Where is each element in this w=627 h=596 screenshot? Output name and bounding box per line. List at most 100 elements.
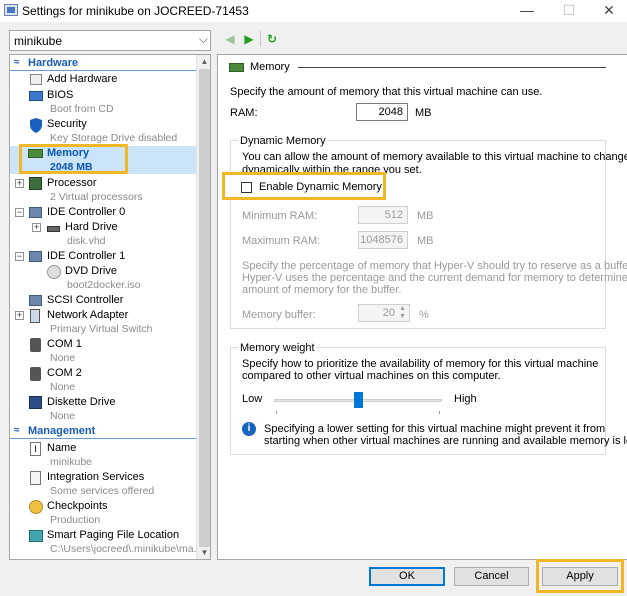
name-icon: I [30, 442, 41, 456]
collapse-icon: ≈ [14, 425, 20, 436]
tree-item-bios[interactable]: BIOS Boot from CD [10, 88, 196, 116]
tree-item-security[interactable]: Security Key Storage Drive disabled [10, 117, 196, 145]
tree-item-dvd-drive[interactable]: DVD Drive boot2docker.iso [10, 264, 196, 292]
ok-button[interactable]: OK [369, 567, 445, 586]
tree-item-scsi-controller[interactable]: SCSI Controller [10, 293, 196, 309]
maximum-ram-unit: MB [417, 235, 434, 247]
tree-item-label: DVD Drive [65, 265, 117, 277]
ide-controller-icon [29, 251, 42, 262]
dynamic-memory-title: Dynamic Memory [238, 135, 328, 147]
title-rule [298, 67, 606, 68]
paging-file-icon [29, 530, 43, 542]
tree-item-label: Integration Services [47, 471, 145, 483]
maximize-button[interactable]: ☐ [550, 0, 588, 22]
collapse-icon[interactable]: − [15, 208, 24, 217]
close-button[interactable]: ✕ [590, 0, 627, 22]
tree-item-com-1[interactable]: COM 1 None [10, 337, 196, 365]
spinner-arrows-icon[interactable]: ▲ ▼ [399, 305, 406, 321]
ide-controller-icon [29, 207, 42, 218]
memory-weight-title: Memory weight [238, 342, 317, 354]
weight-info-line-1: Specifying a lower setting for this virt… [264, 423, 606, 435]
cancel-button[interactable]: Cancel [454, 567, 529, 586]
enable-dynamic-memory-checkbox[interactable] [241, 182, 252, 193]
memory-buffer-unit: % [419, 309, 429, 321]
ram-input[interactable]: 2048 [356, 103, 408, 121]
weight-desc-line-1: Specify how to prioritize the availabili… [242, 358, 599, 370]
tree-item-ide-controller-0[interactable]: − IDE Controller 0 [10, 205, 196, 221]
expand-icon[interactable]: + [32, 223, 41, 232]
tree-item-name[interactable]: I Name minikube [10, 441, 196, 469]
tree-item-label: BIOS [47, 89, 74, 101]
tree-scrollbar[interactable]: ▲ ▼ [196, 55, 210, 559]
hardware-header-label: Hardware [28, 57, 79, 69]
checkpoints-icon [29, 500, 43, 514]
diskette-icon [29, 396, 42, 409]
vm-selector-dropdown[interactable]: minikube ⌵ [9, 30, 211, 51]
tree-item-label: SCSI Controller [47, 294, 124, 306]
scroll-up-icon[interactable]: ▲ [197, 55, 210, 68]
tree-item-sub: None [50, 381, 76, 393]
tree-item-ide-controller-1[interactable]: − IDE Controller 1 [10, 249, 196, 265]
minimum-ram-unit: MB [417, 210, 434, 222]
forward-arrow-icon[interactable]: ▶ [241, 30, 257, 48]
tree-item-sub: None [50, 352, 76, 364]
tree-item-sub: minikube [50, 456, 93, 468]
refresh-icon[interactable]: ↻ [264, 30, 280, 48]
apply-button[interactable]: Apply [542, 567, 618, 586]
scroll-down-icon[interactable]: ▼ [197, 546, 210, 559]
tree-item-label: Smart Paging File Location [47, 529, 180, 541]
minimum-ram-input[interactable]: 512 [358, 206, 408, 224]
tree-item-integration-services[interactable]: Integration Services Some services offer… [10, 470, 196, 498]
hardware-section-header[interactable]: ≈ Hardware [10, 57, 196, 71]
settings-tree: ≈ Hardware Add Hardware BIOS Boot from C… [9, 54, 211, 560]
tree-item-smart-paging[interactable]: Smart Paging File Location C:\Users\jocr… [10, 528, 202, 556]
memory-weight-slider[interactable] [274, 391, 442, 411]
com-port-icon [30, 367, 41, 381]
scsi-controller-icon [29, 295, 42, 306]
back-arrow-icon[interactable]: ◀ [222, 30, 238, 48]
tree-item-label: Diskette Drive [47, 396, 116, 408]
scroll-thumb[interactable] [199, 69, 210, 547]
ram-unit: MB [415, 107, 432, 119]
vm-selector-value: minikube [14, 34, 63, 48]
maximum-ram-label: Maximum RAM: [242, 235, 321, 247]
ram-label: RAM: [230, 107, 258, 119]
expand-icon[interactable]: + [15, 179, 24, 188]
management-header-label: Management [28, 425, 96, 437]
tree-item-sub: None [50, 410, 76, 422]
tree-item-checkpoints[interactable]: Checkpoints Production [10, 499, 196, 527]
dynamic-desc-line-1: You can allow the amount of memory avail… [242, 151, 627, 163]
maximum-ram-input[interactable]: 1048576 [358, 231, 408, 249]
minimum-ram-label: Minimum RAM: [242, 210, 318, 222]
tree-item-processor[interactable]: + Processor 2 Virtual processors [10, 176, 196, 204]
tree-item-hard-drive[interactable]: + Hard Drive disk.vhd [10, 220, 196, 248]
com-port-icon [30, 338, 41, 352]
enable-dynamic-memory-label: Enable Dynamic Memory [259, 181, 382, 193]
slider-thumb[interactable] [354, 392, 363, 408]
tree-item-sub: Boot from CD [50, 103, 114, 115]
weight-low-label: Low [242, 393, 263, 405]
tree-item-label: Name [47, 442, 77, 454]
processor-icon [29, 177, 42, 190]
window-title: Settings for minikube on JOCREED-71453 [22, 4, 249, 18]
chevron-down-icon: ⌵ [198, 32, 208, 46]
memory-panel-title: Memory [250, 61, 290, 73]
title-bar: Settings for minikube on JOCREED-71453 —… [0, 0, 627, 22]
tree-item-label: IDE Controller 1 [47, 250, 126, 262]
tree-item-com-2[interactable]: COM 2 None [10, 366, 196, 394]
tree-item-label: COM 2 [47, 367, 82, 379]
tree-item-network-adapter[interactable]: + Network Adapter Primary Virtual Switch [10, 308, 196, 336]
minimize-button[interactable]: — [508, 0, 546, 22]
tree-item-add-hardware[interactable]: Add Hardware [10, 72, 196, 88]
expand-icon[interactable]: + [15, 311, 24, 320]
shield-icon [30, 118, 42, 133]
tree-item-diskette-drive[interactable]: Diskette Drive None [10, 395, 196, 423]
memory-settings-panel: Memory Specify the amount of memory that… [217, 54, 627, 560]
tree-item-sub: Production [50, 514, 101, 526]
collapse-icon[interactable]: − [15, 252, 24, 261]
tree-item-sub: Key Storage Drive disabled [50, 132, 178, 144]
tree-item-label: Checkpoints [47, 500, 108, 512]
management-section-header[interactable]: ≈ Management [10, 425, 196, 439]
memory-chip-icon [229, 63, 244, 72]
memory-buffer-label: Memory buffer: [242, 309, 316, 321]
